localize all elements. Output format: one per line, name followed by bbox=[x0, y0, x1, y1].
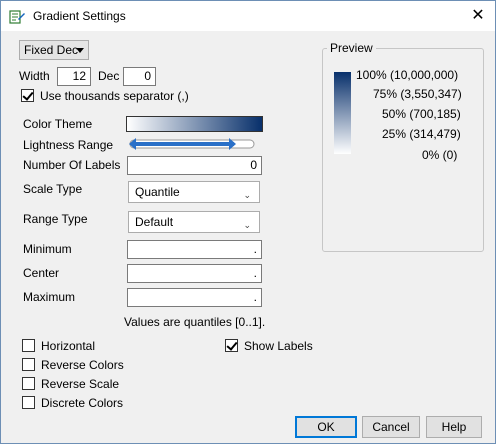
dec-input[interactable]: 0 bbox=[123, 67, 156, 86]
chevron-down-icon: ⌄ bbox=[243, 190, 251, 200]
minimum-input[interactable]: . bbox=[127, 240, 262, 259]
width-label: Width bbox=[19, 69, 50, 83]
center-input[interactable]: . bbox=[127, 264, 262, 283]
discrete-colors-label: Discrete Colors bbox=[41, 396, 124, 410]
thousands-separator-label: Use thousands separator (,) bbox=[40, 89, 189, 103]
color-theme-swatch[interactable] bbox=[126, 116, 263, 132]
reverse-scale-checkbox[interactable] bbox=[22, 377, 35, 390]
center-label: Center bbox=[23, 266, 60, 280]
range-type-value: Default bbox=[135, 215, 174, 229]
show-labels-label: Show Labels bbox=[244, 339, 313, 353]
range-type-label: Range Type bbox=[23, 212, 88, 226]
gradient-settings-dialog: Gradient Settings ✕ Fixed Dec Width 12 D… bbox=[0, 0, 496, 444]
format-dropdown[interactable]: Fixed Dec bbox=[19, 40, 89, 60]
caret-down-icon bbox=[76, 48, 84, 53]
reverse-colors-checkbox[interactable] bbox=[22, 358, 35, 371]
range-type-dropdown[interactable]: Default ⌄ bbox=[128, 211, 260, 233]
horizontal-label: Horizontal bbox=[41, 339, 96, 353]
cancel-button[interactable]: Cancel bbox=[362, 416, 420, 438]
reverse-colors-label: Reverse Colors bbox=[41, 358, 124, 372]
chevron-down-icon: ⌄ bbox=[243, 220, 251, 230]
lightness-range-label: Lightness Range bbox=[23, 138, 114, 152]
scale-type-dropdown[interactable]: Quantile ⌄ bbox=[128, 181, 260, 203]
help-button[interactable]: Help bbox=[426, 416, 482, 438]
window-title: Gradient Settings bbox=[33, 9, 126, 23]
minimum-label: Minimum bbox=[23, 242, 72, 256]
show-labels-checkbox[interactable] bbox=[225, 339, 238, 352]
number-of-labels-label: Number Of Labels bbox=[23, 158, 121, 172]
scale-type-label: Scale Type bbox=[23, 182, 83, 196]
preview-legend: Preview bbox=[327, 41, 376, 55]
preview-label-25: 25% (314,479) bbox=[382, 127, 461, 141]
color-theme-label: Color Theme bbox=[23, 117, 93, 131]
close-icon[interactable]: ✕ bbox=[461, 1, 495, 31]
reverse-scale-label: Reverse Scale bbox=[41, 377, 120, 391]
format-dropdown-value: Fixed Dec bbox=[24, 43, 79, 57]
lightness-range-slider[interactable] bbox=[128, 137, 255, 150]
maximum-label: Maximum bbox=[23, 290, 76, 304]
scale-type-value: Quantile bbox=[135, 185, 180, 199]
slider-track-graphic bbox=[129, 138, 255, 150]
horizontal-checkbox[interactable] bbox=[22, 339, 35, 352]
preview-label-0: 0% (0) bbox=[422, 148, 458, 162]
number-of-labels-input[interactable]: 0 bbox=[127, 156, 262, 175]
dec-label: Dec bbox=[98, 69, 120, 83]
maximum-input[interactable]: . bbox=[127, 288, 262, 307]
preview-label-50: 50% (700,185) bbox=[382, 107, 461, 121]
app-icon bbox=[9, 10, 25, 24]
ok-button[interactable]: OK bbox=[295, 416, 357, 438]
discrete-colors-checkbox[interactable] bbox=[22, 396, 35, 409]
title-bar: Gradient Settings ✕ bbox=[1, 1, 495, 31]
preview-gradient-bar bbox=[334, 72, 351, 154]
width-input[interactable]: 12 bbox=[57, 67, 91, 86]
thousands-separator-checkbox[interactable] bbox=[21, 89, 34, 102]
values-note: Values are quantiles [0..1]. bbox=[124, 315, 266, 329]
preview-label-75: 75% (3,550,347) bbox=[373, 87, 462, 101]
preview-label-100: 100% (10,000,000) bbox=[356, 68, 459, 82]
